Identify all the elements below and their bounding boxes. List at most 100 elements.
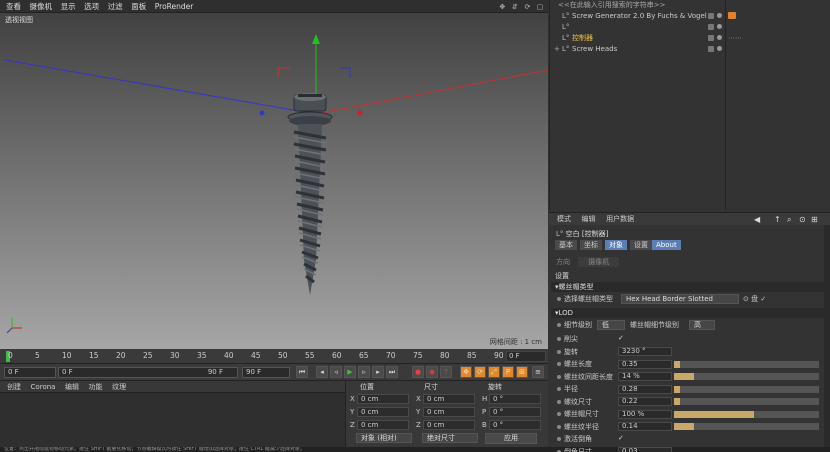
viewport[interactable]: 查看 摄像机 显示 选项 过滤 面板 ProRender ✥ ⇵ ⟳ ▢ 透视视… bbox=[0, 0, 548, 349]
visibility-dot[interactable] bbox=[717, 46, 722, 51]
attribute-scrollbar[interactable] bbox=[824, 225, 830, 447]
vp-menu-panel[interactable]: 面板 bbox=[131, 0, 146, 13]
record-button[interactable]: ● bbox=[412, 366, 424, 378]
detail-level-dropdown[interactable]: 低 bbox=[597, 320, 625, 330]
tab-object[interactable]: 对象 bbox=[605, 240, 627, 250]
rotate-view-icon[interactable]: ⟳ bbox=[523, 3, 531, 11]
search-icon[interactable]: ⌕ bbox=[787, 215, 791, 225]
param-slider[interactable] bbox=[674, 398, 819, 405]
anim-dot[interactable] bbox=[557, 323, 561, 327]
vp-menu-options[interactable]: 选项 bbox=[84, 0, 99, 13]
param-input[interactable]: 0.22 bbox=[618, 397, 672, 406]
param-input[interactable]: 0.03 bbox=[618, 447, 672, 452]
anim-dot[interactable] bbox=[557, 374, 561, 379]
object-row-search[interactable]: <<在此输入引用搜索的字符串>> bbox=[550, 0, 830, 10]
current-frame-field[interactable]: 0 F bbox=[506, 351, 546, 362]
param-slider[interactable] bbox=[674, 410, 819, 418]
tab-basic[interactable]: 基本 bbox=[555, 240, 577, 250]
param-slider[interactable] bbox=[674, 373, 819, 380]
param-input[interactable]: 0.14 bbox=[618, 422, 672, 431]
tab-coord[interactable]: 坐标 bbox=[580, 240, 602, 250]
anim-dot[interactable] bbox=[557, 424, 561, 429]
goto-start-button[interactable]: ⏮ bbox=[296, 366, 308, 378]
goto-end-button[interactable]: ⏭ bbox=[386, 366, 398, 378]
vp-menu-display[interactable]: 显示 bbox=[61, 0, 76, 13]
anim-dot[interactable] bbox=[557, 437, 561, 441]
object-row-screw-heads[interactable]: + L° Screw Heads bbox=[550, 44, 830, 54]
vp-menu-view[interactable]: 查看 bbox=[6, 0, 21, 13]
param-input[interactable]: 3230 ° bbox=[618, 347, 672, 356]
play-button[interactable]: ▶ bbox=[344, 366, 356, 378]
param-slider[interactable] bbox=[674, 385, 819, 393]
anim-dot[interactable] bbox=[557, 337, 561, 341]
rot-p-input[interactable]: 0 ° bbox=[489, 407, 541, 417]
end-frame-input[interactable]: 90 F bbox=[242, 367, 290, 378]
anim-dot[interactable] bbox=[557, 362, 561, 366]
size-x-input[interactable]: 0 cm bbox=[423, 394, 475, 404]
visibility-dot[interactable] bbox=[717, 35, 722, 40]
apply-button[interactable]: 应用 bbox=[485, 433, 537, 444]
new-panel-icon[interactable]: ⊞ bbox=[811, 215, 818, 224]
param-slider[interactable] bbox=[674, 423, 819, 430]
mat-menu-create[interactable]: 创建 bbox=[7, 381, 21, 393]
next-frame-button[interactable]: ▹ bbox=[358, 366, 370, 378]
param-key-button[interactable]: P bbox=[502, 366, 514, 378]
anim-dot[interactable] bbox=[557, 297, 561, 301]
param-checkbox[interactable]: ✓ bbox=[618, 334, 624, 342]
next-key-button[interactable]: ▸ bbox=[372, 366, 384, 378]
param-slider[interactable] bbox=[674, 360, 819, 368]
layer-icon[interactable] bbox=[708, 46, 714, 52]
range-slider[interactable]: 0 F 90 F bbox=[58, 367, 238, 378]
pos-x-input[interactable]: 0 cm bbox=[357, 394, 409, 404]
maximize-view-icon[interactable]: ▢ bbox=[536, 3, 544, 11]
move-key-button[interactable]: ✥ bbox=[460, 366, 472, 378]
size-y-input[interactable]: 0 cm bbox=[423, 407, 475, 417]
xpresso-tag-icon[interactable]: ⋯⋯ bbox=[728, 33, 742, 43]
rot-b-input[interactable]: 0 ° bbox=[489, 420, 541, 430]
layer-icon[interactable] bbox=[708, 24, 714, 30]
object-manager-divider[interactable] bbox=[725, 0, 726, 210]
param-input[interactable]: 0.28 bbox=[618, 384, 672, 394]
param-input[interactable]: 100 % bbox=[618, 409, 672, 419]
prev-key-button[interactable]: ◂ bbox=[316, 366, 328, 378]
visibility-dot[interactable] bbox=[717, 13, 722, 18]
param-checkbox[interactable]: ✓ bbox=[618, 434, 624, 442]
current-frame-input[interactable]: 0 F bbox=[4, 367, 56, 378]
vp-menu-filter[interactable]: 过滤 bbox=[108, 0, 123, 13]
vp-menu-camera[interactable]: 摄像机 bbox=[30, 0, 53, 13]
vp-menu-prorender[interactable]: ProRender bbox=[155, 0, 194, 13]
section-screw-head[interactable]: ▾螺丝帽类型 bbox=[551, 282, 824, 292]
head-type-extra-icon[interactable]: ⊙ 盘 ✓ bbox=[743, 294, 766, 304]
tab-settings[interactable]: 设置 bbox=[630, 240, 652, 250]
pla-key-button[interactable]: ⊞ bbox=[516, 366, 528, 378]
rot-h-input[interactable]: 0 ° bbox=[489, 394, 541, 404]
mat-menu-edit[interactable]: 编辑 bbox=[65, 381, 79, 393]
layer-icon[interactable] bbox=[708, 13, 714, 19]
timeline[interactable]: 0 5 10 15 20 25 30 35 40 45 50 55 60 65 70 75 80 85 90 bbox=[0, 349, 548, 364]
cap-detail-dropdown[interactable]: 高 bbox=[689, 320, 715, 330]
rotate-key-button[interactable]: ⟳ bbox=[474, 366, 486, 378]
tab-about[interactable]: About bbox=[652, 240, 681, 250]
keyframe-selection-button[interactable]: ? bbox=[440, 366, 452, 378]
expand-icon[interactable]: + bbox=[554, 44, 560, 54]
size-z-input[interactable]: 0 cm bbox=[423, 420, 475, 430]
param-input[interactable]: 14 % bbox=[618, 372, 672, 381]
size-mode-dropdown[interactable]: 绝对尺寸 bbox=[422, 433, 478, 443]
head-type-dropdown[interactable]: Hex Head Border Slotted bbox=[621, 294, 739, 304]
anim-dot[interactable] bbox=[557, 387, 561, 391]
back-arrow-icon[interactable]: ◀ bbox=[754, 215, 760, 224]
pos-z-input[interactable]: 0 cm bbox=[357, 420, 409, 430]
object-row-screw-generator[interactable]: L° Screw Generator 2.0 By Fuchs & Vogel bbox=[550, 11, 830, 21]
lock-icon[interactable]: ⊙ bbox=[799, 215, 806, 224]
object-row-empty[interactable]: L° bbox=[550, 22, 830, 32]
pos-y-input[interactable]: 0 cm bbox=[357, 407, 409, 417]
anim-dot[interactable] bbox=[557, 399, 561, 404]
move-view-icon[interactable]: ✥ bbox=[498, 3, 506, 11]
timeline-menu-icon[interactable]: ≡ bbox=[532, 366, 544, 378]
anim-dot[interactable] bbox=[557, 412, 561, 416]
object-row-controller[interactable]: L° 控制器 ⋯⋯ bbox=[550, 33, 830, 43]
section-lod[interactable]: ▾LOD bbox=[551, 308, 824, 318]
layer-icon[interactable] bbox=[708, 35, 714, 41]
mat-menu-texture[interactable]: 纹理 bbox=[112, 381, 126, 393]
visibility-dot[interactable] bbox=[717, 24, 722, 29]
